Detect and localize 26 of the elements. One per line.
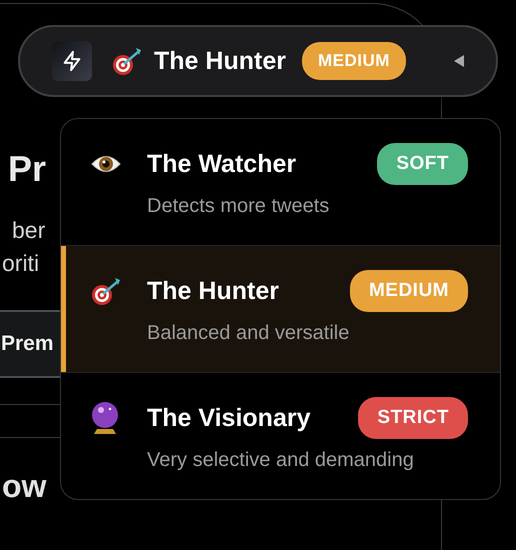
subheading: ow xyxy=(2,468,46,505)
target-icon xyxy=(112,46,142,76)
heading: Pr xyxy=(8,148,46,191)
selected-mode: The Hunter xyxy=(154,46,286,76)
lightning-icon xyxy=(52,41,92,81)
mode-description: Detects more tweets xyxy=(147,195,330,218)
mode-option[interactable]: The Hunter MEDIUM Balanced and versatile xyxy=(61,245,500,372)
level-badge: MEDIUM xyxy=(302,42,406,80)
mode-option[interactable]: The Visionary STRICT Very selective and demanding xyxy=(61,372,500,499)
eye-icon xyxy=(91,153,121,175)
mode-description: Very selective and demanding xyxy=(147,449,415,472)
premium-button[interactable]: Prem xyxy=(0,310,60,378)
mode-name: The Hunter xyxy=(147,276,280,306)
level-badge: SOFT xyxy=(377,143,468,185)
mode-name: The Watcher xyxy=(147,150,298,178)
mode-option[interactable]: The Watcher SOFT Detects more tweets xyxy=(61,119,500,245)
target-icon xyxy=(91,276,121,306)
crystal-ball-icon xyxy=(91,401,119,435)
body-text: oriti xyxy=(2,249,40,278)
mode-description: Balanced and versatile xyxy=(147,322,350,345)
mode-selector[interactable]: The Hunter MEDIUM xyxy=(18,25,498,97)
level-badge: STRICT xyxy=(358,397,468,439)
body-text: ber xyxy=(12,216,46,245)
level-badge: MEDIUM xyxy=(350,270,468,312)
caret-icon xyxy=(452,54,466,68)
mode-name: The Visionary xyxy=(147,404,312,432)
